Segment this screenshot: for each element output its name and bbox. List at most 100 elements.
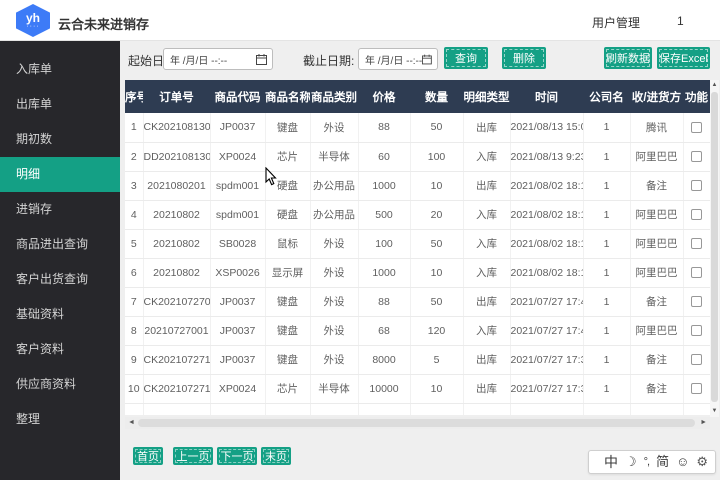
table-cell: 1000 <box>358 258 410 287</box>
end-date-input[interactable]: 年 /月/日 --:-- <box>358 48 438 70</box>
sidebar-item-8[interactable]: 客户资料 <box>0 332 120 367</box>
logo-dots: ···· <box>26 24 39 29</box>
app-title: 云合未来进销存 <box>58 14 149 33</box>
last-page-button[interactable]: 末页 <box>261 447 291 465</box>
sidebar-item-2[interactable]: 期初数 <box>0 122 120 157</box>
scroll-down-icon[interactable]: ▼ <box>710 407 719 416</box>
table-row-partial <box>125 403 710 415</box>
column-header-5: 价格 <box>358 80 410 113</box>
gear-icon[interactable]: ⚙ <box>696 451 708 473</box>
row-checkbox[interactable] <box>691 238 702 249</box>
table-cell: 键盘 <box>265 287 310 316</box>
scroll-right-icon[interactable]: ► <box>700 417 707 429</box>
sidebar-item-5[interactable]: 商品进出查询 <box>0 227 120 262</box>
row-checkbox[interactable] <box>691 354 702 365</box>
row-checkbox[interactable] <box>691 209 702 220</box>
column-header-4: 商品类别 <box>310 80 358 113</box>
table-cell: 办公用品 <box>310 200 358 229</box>
table-cell: 出库 <box>463 113 510 142</box>
table-cell: 1 <box>583 287 630 316</box>
ime-charset-toggle[interactable]: 简 <box>656 451 669 473</box>
first-page-button[interactable]: 首页 <box>133 447 163 465</box>
smiley-icon[interactable]: ☺ <box>676 451 689 473</box>
query-button[interactable]: 查询 <box>444 47 488 69</box>
table-cell: 1 <box>583 229 630 258</box>
refresh-data-button[interactable]: 刷新数据 <box>604 47 652 69</box>
table-row: 32021080201spdm001硬盘办公用品100010出库2021/08/… <box>125 171 710 200</box>
calendar-icon[interactable] <box>422 54 432 65</box>
column-header-2: 商品代码 <box>210 80 265 113</box>
table-cell: 2 <box>125 142 143 171</box>
row-checkbox[interactable] <box>691 122 702 133</box>
table-cell: 20210802 <box>143 200 210 229</box>
sidebar-item-10[interactable]: 整理 <box>0 402 120 437</box>
table-cell: 出库 <box>463 374 510 403</box>
table-cell: 备注 <box>630 345 683 374</box>
row-checkbox[interactable] <box>691 325 702 336</box>
table-cell: 2021080201 <box>143 171 210 200</box>
row-checkbox[interactable] <box>691 267 702 278</box>
table-cell: XP0024 <box>210 374 265 403</box>
delete-button[interactable]: 删除 <box>502 47 546 69</box>
row-checkbox[interactable] <box>691 151 702 162</box>
table-cell: 办公用品 <box>310 171 358 200</box>
table-cell: 20210727001 <box>143 316 210 345</box>
table-cell <box>125 403 143 415</box>
horizontal-scrollbar-thumb[interactable] <box>138 419 695 427</box>
row-checkbox[interactable] <box>691 296 702 307</box>
horizontal-scrollbar[interactable]: ◄ ► <box>125 417 710 429</box>
table-cell: 键盘 <box>265 113 310 142</box>
table-cell: 阿里巴巴 <box>630 316 683 345</box>
table-cell: 100 <box>358 229 410 258</box>
column-header-6: 数量 <box>410 80 463 113</box>
next-page-button[interactable]: 下一页 <box>217 447 257 465</box>
table-body: 1CK20210813001JP0037键盘外设8850出库2021/08/13… <box>125 113 710 415</box>
save-excel-button[interactable]: 保存Excel <box>657 47 710 69</box>
vertical-scrollbar-thumb[interactable] <box>711 92 718 402</box>
table-cell <box>210 403 265 415</box>
table-cell <box>310 403 358 415</box>
table-cell: 60 <box>358 142 410 171</box>
vertical-scrollbar[interactable]: ▲ ▼ <box>710 80 719 417</box>
table-cell: 入库 <box>463 229 510 258</box>
start-date-input[interactable]: 年 /月/日 --:-- <box>163 48 273 70</box>
end-date-value: 年 /月/日 --:-- <box>365 52 422 67</box>
sidebar-item-0[interactable]: 入库单 <box>0 52 120 87</box>
punctuation-mode-icon[interactable]: °, <box>644 451 649 473</box>
prev-page-button[interactable]: 上一页 <box>173 447 213 465</box>
table-cell: 5 <box>410 345 463 374</box>
table-cell <box>630 403 683 415</box>
sidebar-item-9[interactable]: 供应商资料 <box>0 367 120 402</box>
calendar-icon[interactable] <box>256 54 267 65</box>
sidebar-item-7[interactable]: 基础资料 <box>0 297 120 332</box>
table-cell <box>265 403 310 415</box>
table-cell: 50 <box>410 287 463 316</box>
table-cell: 硬盘 <box>265 171 310 200</box>
table-cell: JP0037 <box>210 113 265 142</box>
sidebar-item-3[interactable]: 明细 <box>0 157 120 192</box>
table-cell: XP0024 <box>210 142 265 171</box>
ime-lang-mode-toggle[interactable]: 中 <box>604 451 618 473</box>
table-row: 620210802XSP0026显示屏外设100010入库2021/08/02 … <box>125 258 710 287</box>
table-cell: 入库 <box>463 142 510 171</box>
user-management-link[interactable]: 用户管理 <box>592 14 640 31</box>
sidebar-item-1[interactable]: 出库单 <box>0 87 120 122</box>
table-cell: 10 <box>410 171 463 200</box>
table-cell: 2021/07/27 17:33 <box>510 345 583 374</box>
table-cell: 2021/08/13 15:07 <box>510 113 583 142</box>
scroll-up-icon[interactable]: ▲ <box>710 81 719 90</box>
table-cell: spdm001 <box>210 171 265 200</box>
table-cell: 硬盘 <box>265 200 310 229</box>
table-row: 7CK20210727001JP0037键盘外设8850出库2021/07/27… <box>125 287 710 316</box>
table-cell: 10000 <box>358 374 410 403</box>
row-checkbox[interactable] <box>691 383 702 394</box>
sidebar-item-4[interactable]: 进销存 <box>0 192 120 227</box>
sidebar-item-6[interactable]: 客户出货查询 <box>0 262 120 297</box>
row-checkbox[interactable] <box>691 180 702 191</box>
scroll-left-icon[interactable]: ◄ <box>128 417 135 429</box>
table-cell <box>510 403 583 415</box>
table-cell: 出库 <box>463 345 510 374</box>
moon-icon[interactable]: ☽ <box>625 451 637 473</box>
logo-text: yh <box>26 13 40 24</box>
table-cell <box>410 403 463 415</box>
